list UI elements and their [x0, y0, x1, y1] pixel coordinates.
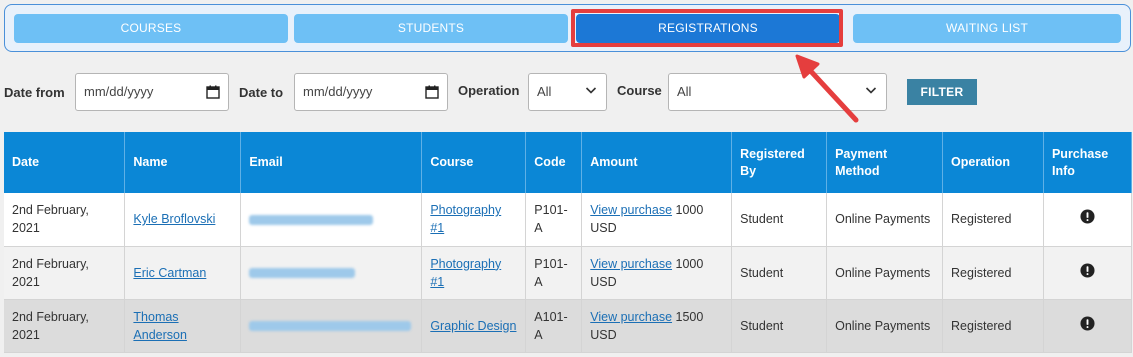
course-label: Course: [617, 83, 662, 98]
header-email: Email: [240, 132, 423, 193]
view-purchase-link[interactable]: View purchase: [590, 310, 672, 324]
course-link[interactable]: Photography #1: [430, 257, 501, 289]
exclamation-circle-icon[interactable]: [1080, 315, 1095, 331]
cell-code: A101-A: [525, 299, 583, 353]
cell-date: 2nd February, 2021: [4, 299, 126, 353]
student-name-link[interactable]: Eric Cartman: [133, 266, 206, 280]
header-amount: Amount: [581, 132, 733, 193]
table-row: 2nd February, 2021 Kyle Broflovski Photo…: [4, 193, 1133, 247]
tab-highlight-box: [571, 9, 843, 47]
course-link[interactable]: Photography #1: [430, 203, 501, 235]
cell-payment-method: Online Payments: [826, 193, 944, 247]
cell-payment-method: Online Payments: [826, 246, 944, 300]
view-purchase-link[interactable]: View purchase: [590, 257, 672, 271]
calendar-icon[interactable]: [425, 85, 439, 99]
tab-bar: COURSES STUDENTS REGISTRATIONS WAITING L…: [4, 4, 1131, 52]
course-link[interactable]: Graphic Design: [430, 319, 516, 333]
calendar-icon[interactable]: [206, 85, 220, 99]
cell-code: P101-A: [525, 193, 583, 247]
cell-amount: View purchase 1000 USD: [581, 246, 733, 300]
cell-registered-by: Student: [731, 299, 828, 353]
tab-students[interactable]: STUDENTS: [294, 14, 568, 43]
cell-amount: View purchase 1000 USD: [581, 193, 733, 247]
cell-payment-method: Online Payments: [826, 299, 944, 353]
header-date: Date: [4, 132, 126, 193]
cell-operation: Registered: [942, 246, 1044, 300]
exclamation-circle-icon[interactable]: [1080, 209, 1095, 224]
student-name-link[interactable]: Kyle Broflovski: [133, 212, 215, 226]
course-select[interactable]: All: [668, 73, 887, 111]
header-purchase-info: Purchase Info: [1043, 132, 1133, 193]
student-name-link[interactable]: Thomas Anderson: [133, 310, 187, 342]
operation-select[interactable]: All: [528, 73, 607, 111]
date-to-label: Date to: [239, 85, 284, 100]
email-redacted: [249, 268, 356, 279]
header-code: Code: [525, 132, 583, 193]
registrations-table: Date Name Email Course Code Amount Regis…: [4, 132, 1133, 353]
filter-button[interactable]: FILTER: [907, 79, 977, 105]
cell-date: 2nd February, 2021: [4, 246, 126, 300]
header-registered-by: Registered By: [731, 132, 828, 193]
cell-operation: Registered: [942, 193, 1044, 247]
filter-bar: Date from mm/dd/yyyy Date to mm/dd/yyyy …: [0, 68, 1133, 118]
header-payment-method: Payment Method: [826, 132, 944, 193]
date-from-label: Date from: [4, 85, 65, 100]
date-from-placeholder: mm/dd/yyyy: [84, 84, 154, 99]
course-select-value: All: [677, 84, 692, 99]
header-operation: Operation: [942, 132, 1044, 193]
operation-select-value: All: [537, 84, 552, 99]
email-redacted: [249, 321, 412, 332]
header-course: Course: [421, 132, 527, 193]
cell-operation: Registered: [942, 299, 1044, 353]
cell-registered-by: Student: [731, 246, 828, 300]
table-row: 2nd February, 2021 Eric Cartman Photogra…: [4, 246, 1133, 300]
email-redacted: [249, 214, 374, 225]
date-to-input[interactable]: mm/dd/yyyy: [294, 73, 448, 111]
chevron-down-icon: [585, 87, 597, 94]
table-row: 2nd February, 2021 Thomas Anderson Graph…: [4, 299, 1133, 353]
tab-waiting-list[interactable]: WAITING LIST: [853, 14, 1121, 43]
exclamation-circle-icon[interactable]: [1080, 262, 1095, 278]
chevron-down-icon: [865, 87, 877, 94]
cell-amount: View purchase 1500 USD: [581, 299, 733, 353]
tab-courses[interactable]: COURSES: [14, 14, 288, 43]
table-header-row: Date Name Email Course Code Amount Regis…: [4, 132, 1133, 193]
date-from-input[interactable]: mm/dd/yyyy: [75, 73, 229, 111]
header-name: Name: [124, 132, 242, 193]
date-to-placeholder: mm/dd/yyyy: [303, 84, 373, 99]
operation-label: Operation: [458, 83, 520, 98]
view-purchase-link[interactable]: View purchase: [590, 203, 672, 217]
cell-code: P101-A: [525, 246, 583, 300]
cell-registered-by: Student: [731, 193, 828, 247]
cell-date: 2nd February, 2021: [4, 193, 126, 247]
